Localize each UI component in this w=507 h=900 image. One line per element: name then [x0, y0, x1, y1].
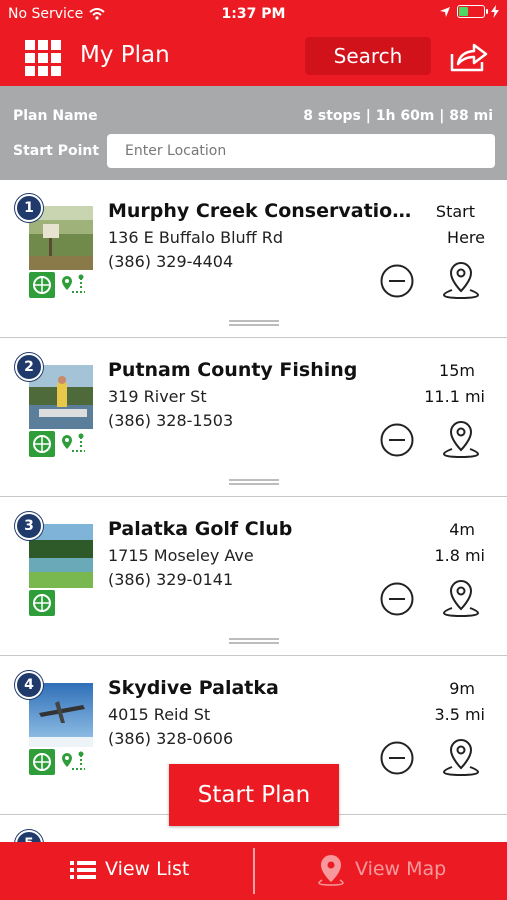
stop-phone[interactable]: (386) 329-0141 — [108, 570, 233, 589]
plan-name-label[interactable]: Plan Name — [13, 108, 98, 124]
stop-item[interactable]: 3 Palatka Golf Club 1715 Moseley Ave (38… — [0, 498, 507, 656]
page-title: My Plan — [80, 42, 170, 68]
stop-travel-time: 9m — [449, 679, 475, 698]
stop-travel-distance: 11.1 mi — [424, 387, 485, 406]
list-icon — [70, 861, 96, 879]
location-arrow-icon — [440, 6, 450, 17]
search-button[interactable]: Search — [305, 37, 431, 75]
stop-phone[interactable]: (386) 328-1503 — [108, 411, 233, 430]
route-pin-icon — [59, 272, 89, 298]
drag-handle[interactable] — [229, 638, 279, 644]
stop-number-badge: 1 — [15, 194, 43, 222]
stop-phone[interactable]: (386) 328-0606 — [108, 729, 233, 748]
stop-name[interactable]: Skydive Palatka — [108, 677, 418, 699]
start-plan-button[interactable]: Start Plan — [169, 764, 339, 826]
remove-stop-icon[interactable] — [380, 423, 414, 457]
stop-name[interactable]: Palatka Golf Club — [108, 518, 418, 540]
stop-number-badge: 4 — [15, 671, 43, 699]
bottom-tab-bar: View List View Map — [0, 842, 507, 900]
share-icon[interactable] — [448, 40, 490, 74]
amenity-badges — [29, 590, 55, 616]
remove-stop-icon[interactable] — [380, 741, 414, 775]
stop-travel-time: 15m — [439, 361, 475, 380]
tab-view-list-label: View List — [105, 858, 190, 880]
sports-icon — [29, 272, 55, 298]
remove-stop-icon[interactable] — [380, 582, 414, 616]
stop-name[interactable]: Murphy Creek Conservation A... — [108, 200, 418, 222]
map-pin-icon[interactable] — [442, 578, 480, 618]
app-header: My Plan Search — [0, 28, 507, 86]
stop-address: 319 River St — [108, 387, 207, 406]
amenity-badges — [29, 431, 89, 457]
start-point-label: Start Point — [13, 143, 100, 159]
drag-handle[interactable] — [229, 320, 279, 326]
stop-address: 136 E Buffalo Bluff Rd — [108, 228, 284, 247]
sports-icon — [29, 431, 55, 457]
route-pin-icon — [59, 749, 89, 775]
tab-view-list[interactable]: View List — [0, 842, 253, 900]
app-grid-menu-icon[interactable] — [25, 40, 61, 76]
stop-item[interactable]: 1 Murphy Creek Conservation A... 136 E B… — [0, 180, 507, 338]
tab-view-map[interactable]: View Map — [255, 842, 507, 900]
status-bar: No Service 1:37 PM — [0, 0, 507, 28]
stop-address: 1715 Moseley Ave — [108, 546, 254, 565]
map-pin-icon[interactable] — [442, 737, 480, 777]
sports-icon — [29, 749, 55, 775]
amenity-badges — [29, 272, 89, 298]
stop-travel-distance: 3.5 mi — [434, 705, 485, 724]
stop-travel-time: 4m — [449, 520, 475, 539]
start-location-input[interactable] — [107, 134, 495, 168]
plan-info-bar: Plan Name 8 stops | 1h 60m | 88 mi Start… — [0, 86, 507, 180]
battery-icon — [457, 5, 488, 18]
map-pin-icon[interactable] — [442, 419, 480, 459]
amenity-badges — [29, 749, 89, 775]
charging-bolt-icon — [491, 5, 499, 18]
stop-address: 4015 Reid St — [108, 705, 211, 724]
clock: 1:37 PM — [221, 6, 286, 22]
stop-number-badge: 3 — [15, 512, 43, 540]
drag-handle[interactable] — [229, 479, 279, 485]
tab-view-map-label: View Map — [355, 858, 447, 880]
stop-number-badge: 2 — [15, 353, 43, 381]
stop-travel-distance: 1.8 mi — [434, 546, 485, 565]
status-right — [439, 5, 499, 18]
plan-summary: 8 stops | 1h 60m | 88 mi — [303, 108, 493, 124]
sports-icon — [29, 590, 55, 616]
route-pin-icon — [59, 431, 89, 457]
stop-travel-time: Start — [435, 202, 475, 221]
stop-item[interactable]: 2 Putnam County Fishing 319 River St (38… — [0, 339, 507, 497]
remove-stop-icon[interactable] — [380, 264, 414, 298]
map-marker-icon — [318, 855, 344, 886]
stop-name[interactable]: Putnam County Fishing — [108, 359, 418, 381]
stop-travel-distance: Here — [447, 228, 485, 247]
stop-phone[interactable]: (386) 329-4404 — [108, 252, 233, 271]
map-pin-icon[interactable] — [442, 260, 480, 300]
